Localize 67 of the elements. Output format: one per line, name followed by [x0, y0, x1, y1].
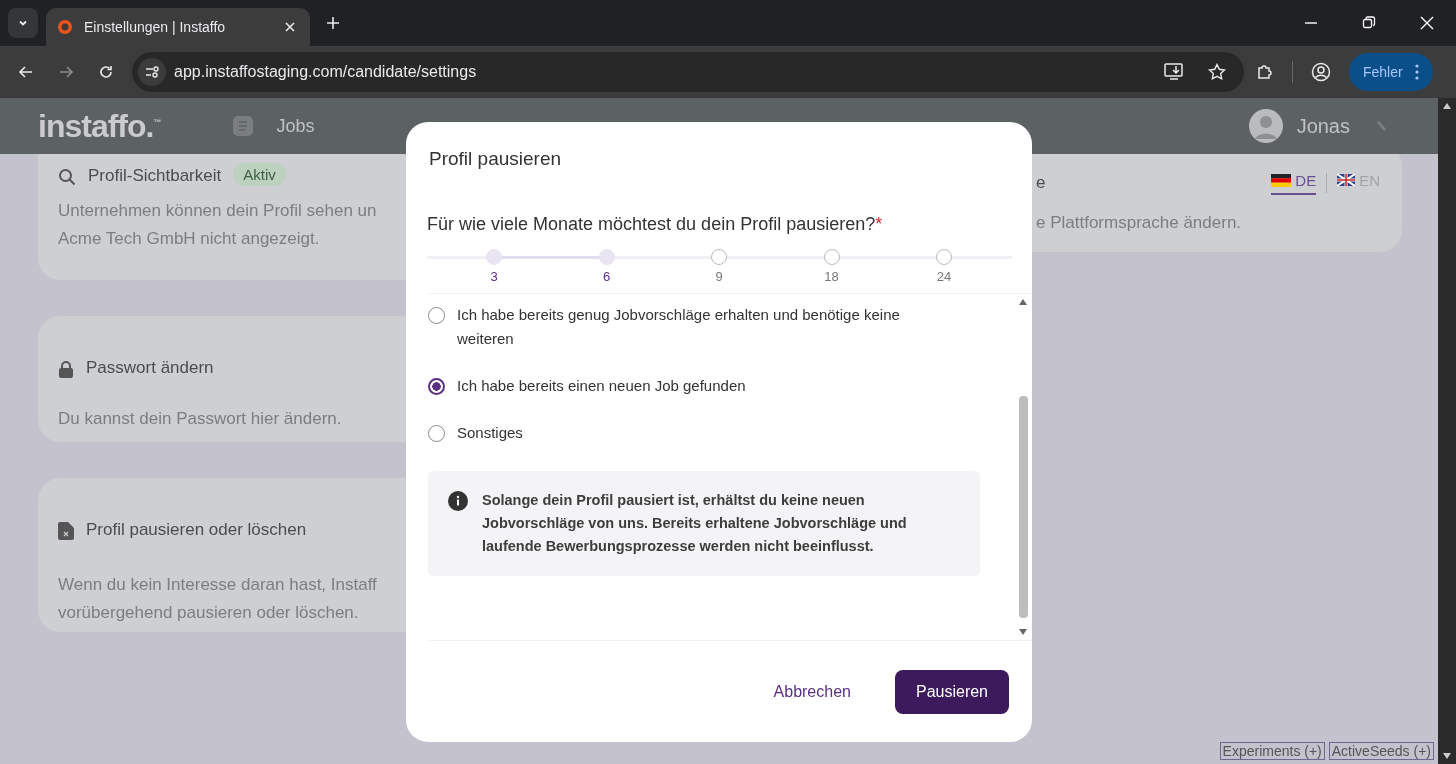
card-title: Profil-Sichtbarkeit [88, 166, 222, 186]
restore-icon[interactable] [1362, 16, 1376, 30]
flag-icon [1271, 173, 1292, 187]
flag-icon [1337, 174, 1356, 186]
reload-icon[interactable] [98, 64, 114, 80]
url-text: app.instaffostaging.com/candidate/settings [174, 63, 477, 81]
install-icon[interactable] [1164, 63, 1184, 81]
lock-icon [58, 360, 74, 378]
card-description: vorübergehend pausieren oder löschen. [58, 602, 360, 624]
avatar-icon[interactable] [1248, 109, 1283, 143]
option-label[interactable]: Ich habe bereits genug Jobvorschläge erhalten und benötige keine weiteren [457, 303, 952, 351]
language-option[interactable]: DE [1271, 171, 1317, 195]
pause-button[interactable]: Pausieren [894, 669, 1009, 714]
slider-label: 18 [824, 269, 839, 284]
user-name[interactable]: Jonas [1296, 114, 1350, 138]
forward-icon[interactable] [58, 64, 74, 80]
tab-list-button[interactable] [8, 8, 38, 38]
address-bar[interactable]: app.instaffostaging.com/candidate/settings [132, 52, 1244, 92]
debug-button[interactable]: ActiveSeeds (+) [1328, 742, 1434, 760]
slider-label: 3 [490, 269, 498, 284]
nav-link[interactable]: Jobs [232, 115, 315, 137]
star-icon[interactable] [1208, 63, 1226, 81]
slider-label: 24 [936, 269, 952, 284]
plus-icon[interactable] [326, 16, 340, 30]
months-slider[interactable]: 3 6 9 18 24 [427, 249, 1012, 283]
puzzle-icon[interactable] [1256, 63, 1274, 81]
radio-button[interactable] [428, 378, 445, 395]
document-icon [58, 522, 74, 540]
info-icon [448, 491, 468, 511]
slider-stop[interactable] [711, 249, 727, 265]
debug-button[interactable]: Experiments (+) [1219, 742, 1325, 760]
site-settings-icon[interactable] [138, 58, 166, 86]
card-title: Profil pausieren oder löschen [86, 520, 307, 540]
dialog-title: Profil pausieren [429, 148, 562, 170]
favicon-icon [56, 18, 74, 36]
info-text: Solange dein Profil pausiert ist, erhältst du keine neuen Jobvorschläge von uns. Bereits erhaltene Jobvorschläge und laufende Bewerbungsprozesse werden nicht beeinflusst. [482, 491, 908, 556]
card-description: Unternehmen können dein Profil sehen un [58, 200, 378, 222]
close-icon[interactable] [284, 21, 296, 33]
search-icon [58, 168, 76, 186]
option-label[interactable]: Ich habe bereits einen neuen Job gefunden [457, 374, 952, 398]
slider-stop[interactable] [823, 249, 840, 265]
more-icon [1414, 64, 1419, 80]
card-title: e [1036, 173, 1046, 193]
page-scrollbar[interactable] [1438, 98, 1456, 764]
question-label: Für wie viele Monate möchtest du dein Profil pausieren?* [426, 213, 884, 235]
status-badge: Aktiv [233, 163, 286, 186]
profile-error-button[interactable]: Fehler [1349, 53, 1433, 91]
card-description: Du kannst dein Passwort hier ändern. [58, 408, 343, 430]
tab-title: Einstellungen | Instaffo [84, 19, 227, 35]
slider-label: 6 [602, 269, 611, 284]
card-description: Wenn du kein Interesse daran hast, Instaff [58, 574, 378, 596]
slider-stop[interactable] [936, 249, 952, 265]
scroll-up-icon[interactable] [1442, 102, 1452, 110]
option-label[interactable]: Sonstiges [457, 421, 952, 445]
browser-tab[interactable]: Einstellungen | Instaffo [46, 8, 310, 46]
slider-label: 9 [715, 269, 723, 284]
account-icon[interactable] [1311, 62, 1331, 82]
cancel-button[interactable]: Abbrechen [767, 681, 857, 702]
scroll-down-icon[interactable] [1018, 628, 1028, 636]
scroll-up-icon[interactable] [1018, 298, 1028, 306]
back-icon[interactable] [18, 64, 34, 80]
card-title: Passwort ändern [86, 358, 214, 378]
card-description: Acme Tech GmbH nicht angezeigt. [58, 228, 321, 250]
logo[interactable]: instaffo.$^{™}$ [38, 107, 161, 145]
card-description: e Plattformsprache ändern. [1036, 212, 1243, 234]
document-icon [232, 115, 255, 137]
scroll-down-icon[interactable] [1442, 752, 1452, 760]
